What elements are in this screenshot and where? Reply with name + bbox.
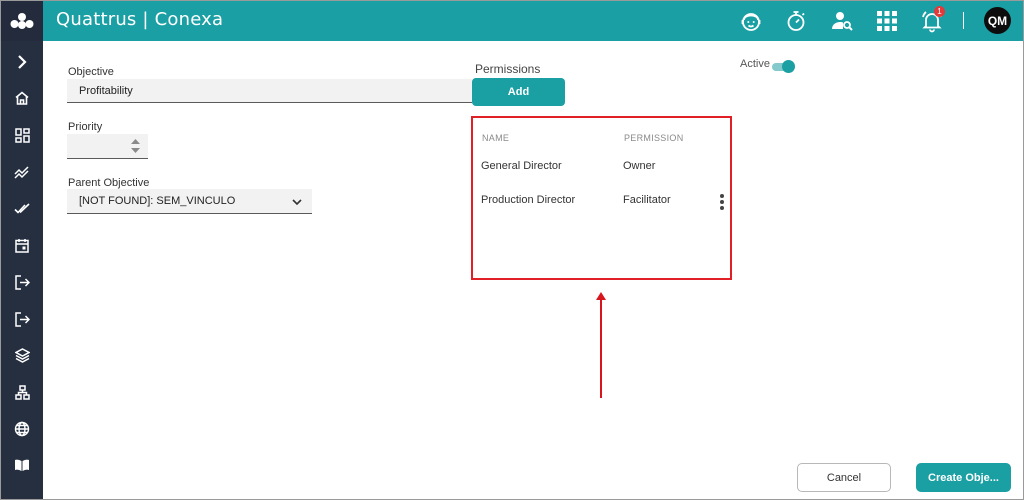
active-toggle[interactable]	[772, 60, 795, 73]
objective-label: Objective	[68, 66, 114, 78]
top-bar: Quattrus | Conexa 1 QM	[1, 1, 1023, 41]
home-icon[interactable]	[1, 84, 43, 112]
row-permission: Facilitator	[623, 194, 671, 206]
parent-objective-select[interactable]: [NOT FOUND]: SEM_VINCULO	[67, 189, 312, 214]
login-icon[interactable]	[1, 268, 43, 296]
layers-icon[interactable]	[1, 341, 43, 369]
annotation-arrow	[600, 298, 602, 398]
parent-objective-value: [NOT FOUND]: SEM_VINCULO	[79, 195, 236, 207]
permissions-table: NAME PERMISSION General Director Owner P…	[471, 116, 732, 280]
column-header-name: NAME	[482, 133, 510, 143]
add-permission-button[interactable]: Add	[472, 78, 565, 106]
create-objective-button[interactable]: Create Obje...	[916, 463, 1011, 492]
toggle-knob	[782, 60, 795, 73]
cancel-button[interactable]: Cancel	[797, 463, 891, 492]
user-search-icon[interactable]	[828, 7, 856, 35]
objective-input[interactable]: Profitability	[67, 79, 472, 103]
row-name: Production Director	[481, 194, 576, 206]
trend-icon[interactable]	[1, 158, 43, 186]
user-avatar[interactable]: QM	[984, 7, 1011, 34]
expand-chevron-icon[interactable]	[1, 48, 43, 76]
row-name: General Director	[481, 160, 562, 172]
active-label: Active	[740, 58, 770, 70]
logout-icon[interactable]	[1, 305, 43, 333]
chevron-down-icon	[292, 197, 302, 209]
brand-name: Quattrus | Conexa	[56, 9, 224, 30]
app-logo-icon[interactable]	[1, 1, 43, 41]
priority-label: Priority	[68, 121, 103, 133]
dashboard-icon[interactable]	[1, 121, 43, 149]
apps-grid-icon[interactable]	[873, 7, 901, 35]
column-header-permission: PERMISSION	[624, 133, 684, 143]
book-icon[interactable]	[1, 451, 43, 479]
permissions-title: Permissions	[475, 62, 541, 76]
stopwatch-icon[interactable]	[782, 7, 810, 35]
hierarchy-icon[interactable]	[1, 378, 43, 406]
parent-objective-label: Parent Objective	[68, 177, 150, 189]
support-agent-icon[interactable]	[737, 7, 765, 35]
objective-value: Profitability	[79, 84, 133, 97]
sidebar	[1, 41, 43, 499]
notification-badge: 1	[934, 6, 945, 17]
globe-icon[interactable]	[1, 415, 43, 443]
header-divider	[963, 12, 964, 29]
app-window: Quattrus | Conexa 1 QM Objective Profita…	[0, 0, 1024, 500]
bell-icon[interactable]: 1	[918, 6, 946, 35]
more-options-icon[interactable]	[719, 194, 725, 210]
calendar-icon[interactable]	[1, 231, 43, 259]
stepper-arrows-icon[interactable]	[131, 139, 140, 153]
row-permission: Owner	[623, 160, 656, 172]
priority-stepper[interactable]	[67, 134, 148, 159]
done-all-icon[interactable]	[1, 195, 43, 223]
